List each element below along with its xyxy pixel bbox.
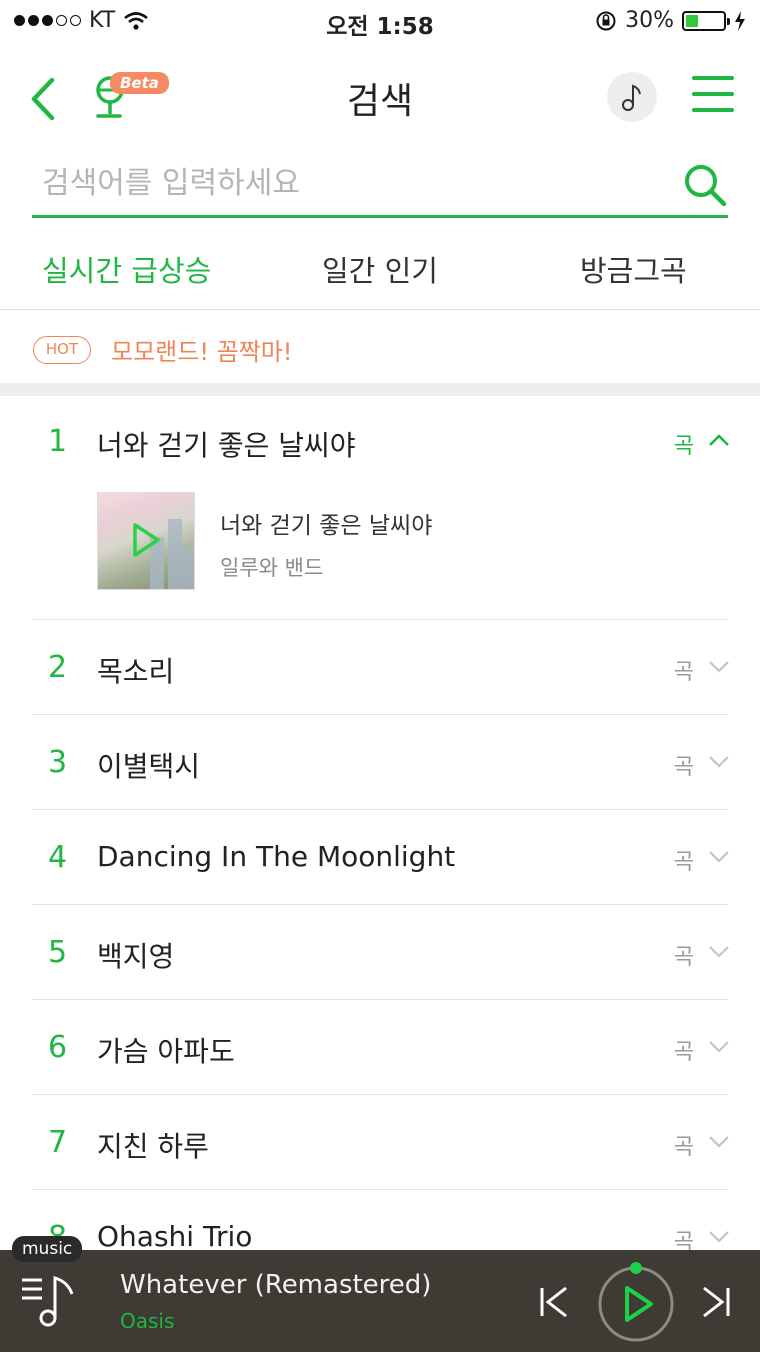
playlist-icon[interactable] xyxy=(18,1270,82,1332)
search-term[interactable]: 가슴 아파도 xyxy=(97,1030,235,1070)
category-label: 곡 xyxy=(673,755,694,780)
search-term[interactable]: 목소리 xyxy=(97,650,174,690)
status-bar: KT 오전 1:58 30% xyxy=(0,0,760,44)
hot-banner[interactable]: HOT 모모랜드! 꼼짝마! xyxy=(0,312,760,384)
search-term[interactable]: 이별택시 xyxy=(97,745,200,785)
app: KT 오전 1:58 30% Beta 검색 검색어를 입력하세요 실시간 급상… xyxy=(0,0,760,1352)
row-divider xyxy=(32,714,728,715)
category-label: 곡 xyxy=(673,850,694,875)
search-term[interactable]: Ohashi Trio xyxy=(97,1220,252,1253)
rank-number: 7 xyxy=(48,1125,68,1160)
search-term[interactable]: Dancing In The Moonlight xyxy=(97,840,455,873)
category-label: 곡 xyxy=(673,434,694,459)
tab-realtime[interactable]: 실시간 급상승 xyxy=(42,248,211,290)
song-title[interactable]: 너와 걷기 좋은 날씨야 xyxy=(220,506,432,540)
tab-daily[interactable]: 일간 인기 xyxy=(322,248,438,290)
music-note-button[interactable] xyxy=(607,72,657,122)
chevron-down-icon[interactable] xyxy=(708,755,730,769)
previous-track-icon[interactable] xyxy=(538,1284,570,1320)
now-playing-artist[interactable]: Oasis xyxy=(120,1309,174,1333)
rotation-lock-icon xyxy=(596,11,616,30)
section-divider xyxy=(0,383,760,396)
row-divider xyxy=(32,619,728,620)
battery-percent: 30% xyxy=(625,8,674,33)
row-divider xyxy=(32,809,728,810)
chevron-down-icon[interactable] xyxy=(708,660,730,674)
row-divider xyxy=(32,904,728,905)
row-divider xyxy=(32,999,728,1000)
now-playing-title[interactable]: Whatever (Remastered) xyxy=(120,1270,431,1300)
search-term[interactable]: 너와 걷기 좋은 날씨야 xyxy=(97,424,356,464)
hot-text[interactable]: 모모랜드! 꼼짝마! xyxy=(111,332,292,367)
status-right: 30% xyxy=(595,8,746,33)
rank-number: 2 xyxy=(48,650,68,685)
rank-number: 1 xyxy=(48,424,68,459)
category-label: 곡 xyxy=(673,1135,694,1160)
search-bar xyxy=(32,150,728,218)
search-term[interactable]: 지친 하루 xyxy=(97,1125,209,1165)
next-track-icon[interactable] xyxy=(700,1284,732,1320)
header: Beta 검색 xyxy=(0,52,760,142)
charging-icon xyxy=(735,10,745,31)
hot-badge: HOT xyxy=(33,336,91,364)
rank-number: 3 xyxy=(48,745,68,780)
chevron-up-icon[interactable] xyxy=(708,433,730,447)
chevron-down-icon[interactable] xyxy=(708,945,730,959)
search-input[interactable] xyxy=(42,158,642,208)
battery-icon xyxy=(682,10,730,31)
search-icon[interactable] xyxy=(682,162,728,208)
search-term[interactable]: 백지영 xyxy=(97,935,174,975)
category-label: 곡 xyxy=(673,1040,694,1065)
chart-tabs: 실시간 급상승 일간 인기 방금그곡 xyxy=(0,240,760,310)
row-divider xyxy=(32,1094,728,1095)
category-label: 곡 xyxy=(673,660,694,685)
rank-number: 6 xyxy=(48,1030,68,1065)
song-artist[interactable]: 일루와 밴드 xyxy=(220,552,323,582)
music-note-icon xyxy=(622,84,641,111)
menu-icon[interactable] xyxy=(692,76,734,114)
play-icon[interactable] xyxy=(98,493,195,590)
category-label: 곡 xyxy=(673,945,694,970)
tab-recent-song[interactable]: 방금그곡 xyxy=(580,248,687,290)
music-tab-badge[interactable]: music xyxy=(12,1236,83,1262)
album-art[interactable] xyxy=(97,492,195,590)
chevron-down-icon[interactable] xyxy=(708,1040,730,1054)
rank-number: 5 xyxy=(48,935,68,970)
row-divider xyxy=(32,1189,728,1190)
chevron-down-icon[interactable] xyxy=(708,850,730,864)
chevron-down-icon[interactable] xyxy=(708,1135,730,1149)
rank-number: 4 xyxy=(48,840,68,875)
chevron-down-icon[interactable] xyxy=(708,1230,730,1244)
play-button[interactable] xyxy=(596,1262,676,1342)
